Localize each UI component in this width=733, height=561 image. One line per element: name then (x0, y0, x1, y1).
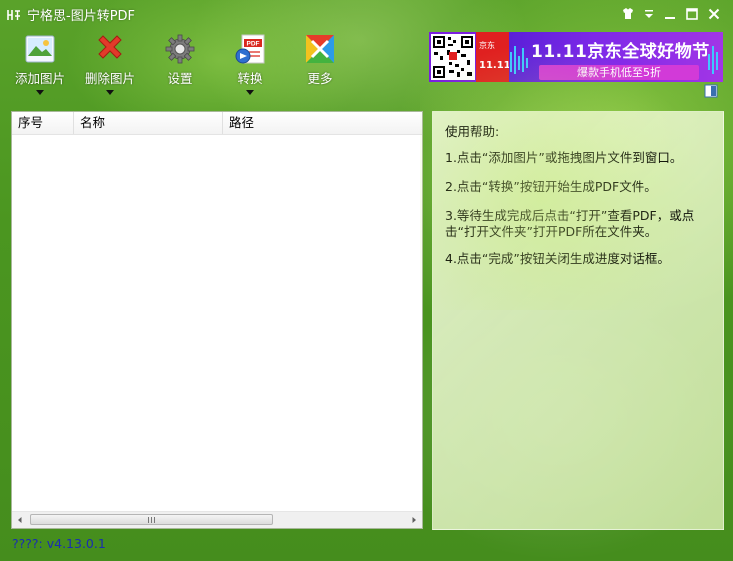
ad-badge: 11.11 (479, 60, 511, 71)
version-label: ????: v4.13.0.1 (12, 536, 106, 551)
help-step-1: 1.点击“添加图片”或拖拽图片文件到窗口。 (445, 150, 683, 165)
add-image-button[interactable]: 添加图片 (8, 30, 72, 100)
list-header: 序号 名称 路径 (12, 112, 422, 135)
window-title: 宁格思-图片转PDF (27, 9, 136, 24)
ad-main-area: 11.11京东全球好物节 爆款手机低至5折 (509, 32, 723, 82)
minimize-icon[interactable] (662, 6, 678, 22)
add-image-dropdown-arrow[interactable] (36, 90, 44, 95)
red-x-icon (93, 32, 127, 66)
convert-label: 转换 (237, 71, 263, 86)
gear-icon (163, 32, 197, 66)
help-step-4: 4.点击“完成”按钮关闭生成进度对话框。 (445, 251, 670, 266)
scrollbar-grip-icon (147, 517, 157, 523)
add-image-label: 添加图片 (14, 71, 65, 86)
picture-icon (23, 32, 57, 66)
help-step-2: 2.点击“转换”按钮开始生成PDF文件。 (445, 179, 657, 194)
scroll-right-icon[interactable] (406, 512, 422, 528)
close-icon[interactable] (706, 6, 722, 22)
ad-brand: 京东 (479, 41, 495, 50)
more-button[interactable]: 更多 (288, 30, 352, 100)
ad-brand-block: 京东 11.11 (476, 32, 511, 82)
main-window: 宁格思-图片转PDF 添加图片 删除图片 设置 PDF 转换 更多 京东 11.… (0, 0, 733, 561)
ad-toggle-icon[interactable] (704, 84, 718, 98)
horizontal-scrollbar[interactable] (12, 511, 422, 528)
image-list[interactable]: 序号 名称 路径 (11, 111, 423, 529)
convert-button[interactable]: PDF 转换 (218, 30, 282, 100)
ad-subline: 爆款手机低至5折 (539, 65, 699, 80)
title-bar[interactable]: 宁格思-图片转PDF (0, 0, 733, 28)
column-header-name[interactable]: 名称 (73, 112, 222, 134)
pdf-convert-icon: PDF (233, 32, 267, 66)
ad-banner[interactable]: 京东 11.11 11.11京东全球好物节 爆款手机低至5折 (429, 32, 723, 82)
scrollbar-thumb[interactable] (30, 514, 273, 525)
help-title: 使用帮助: (445, 124, 500, 139)
delete-image-label: 删除图片 (84, 71, 135, 86)
convert-dropdown-arrow[interactable] (246, 90, 254, 95)
more-apps-icon (303, 32, 337, 66)
column-header-path[interactable]: 路径 (222, 112, 422, 134)
menu-dropdown-icon[interactable] (641, 6, 657, 22)
equalizer-decoration-right-icon (708, 46, 718, 74)
maximize-icon[interactable] (684, 6, 700, 22)
ad-headline: 11.11京东全球好物节 (531, 42, 710, 62)
more-label: 更多 (307, 71, 333, 86)
help-step-3: 3.等待生成完成后点击“打开”查看PDF，或点击“打开文件夹”打开PDF所在文件… (445, 208, 695, 239)
help-panel: 使用帮助: 1.点击“添加图片”或拖拽图片文件到窗口。 2.点击“转换”按钮开始… (432, 111, 724, 530)
delete-image-button[interactable]: 删除图片 (78, 30, 142, 100)
settings-button[interactable]: 设置 (148, 30, 212, 100)
equalizer-decoration-icon (510, 46, 528, 74)
column-header-index[interactable]: 序号 (12, 112, 73, 134)
delete-image-dropdown-arrow[interactable] (106, 90, 114, 95)
svg-text:PDF: PDF (247, 41, 260, 48)
skin-icon[interactable] (620, 6, 636, 22)
qr-code-icon (431, 34, 475, 80)
scroll-left-icon[interactable] (12, 512, 28, 528)
settings-label: 设置 (167, 71, 193, 86)
app-icon (7, 10, 20, 20)
